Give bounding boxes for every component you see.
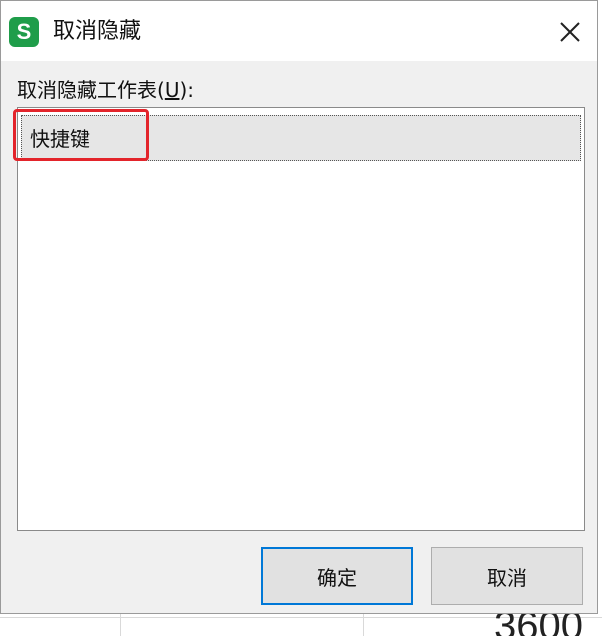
unhide-dialog: S 取消隐藏 取消隐藏工作表(U): 快捷键 确定 取消 — [0, 0, 598, 614]
sheet-list-label: 取消隐藏工作表(U): — [17, 77, 194, 103]
app-icon: S — [9, 17, 39, 47]
list-item-label: 快捷键 — [30, 127, 90, 151]
ok-button[interactable]: 确定 — [261, 547, 413, 605]
label-prefix: 取消隐藏工作表( — [17, 78, 165, 102]
sheet-listbox[interactable]: 快捷键 — [17, 107, 585, 531]
list-item[interactable]: 快捷键 — [21, 115, 581, 161]
cancel-button[interactable]: 取消 — [431, 547, 583, 605]
label-hotkey: U — [164, 78, 180, 102]
label-suffix: ): — [179, 78, 194, 102]
close-button[interactable] — [545, 9, 595, 55]
close-icon — [560, 22, 580, 42]
title-bar: S 取消隐藏 — [1, 1, 597, 61]
dialog-title: 取消隐藏 — [53, 19, 142, 44]
